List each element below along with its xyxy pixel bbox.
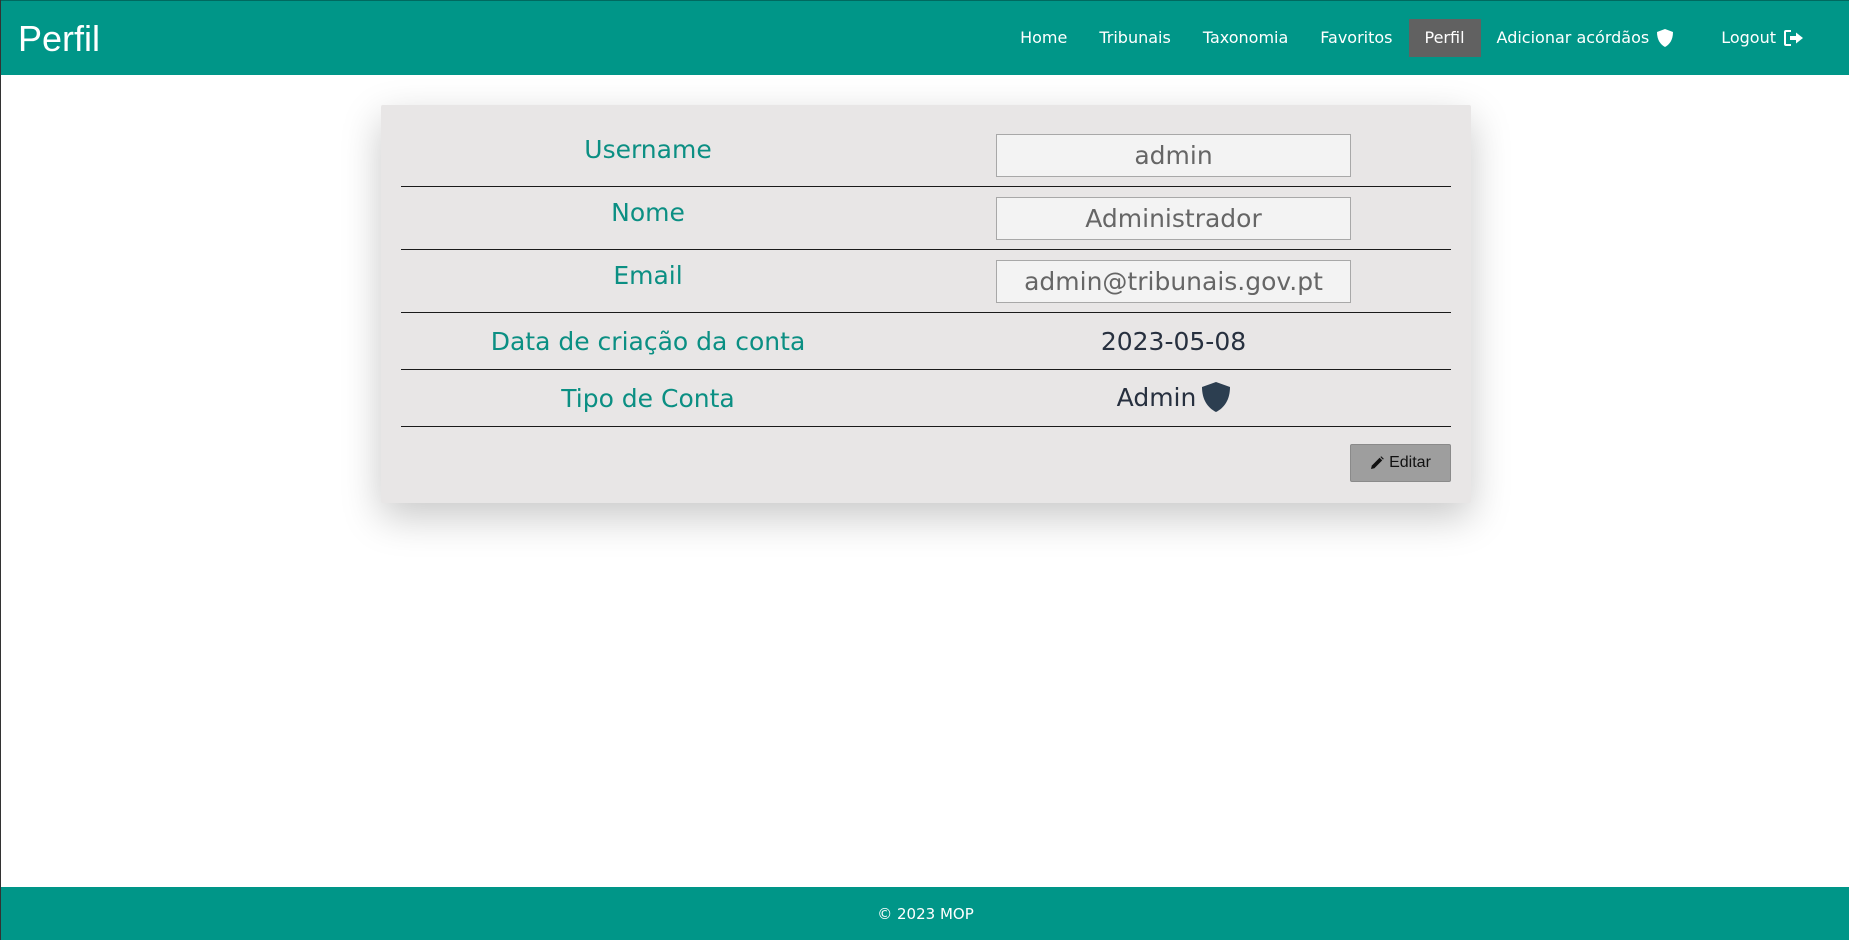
profile-row-nome: Nome Administrador xyxy=(401,187,1451,250)
nav-perfil-label: Perfil xyxy=(1424,28,1465,47)
email-label: Email xyxy=(613,261,683,290)
nav-logout-label: Logout xyxy=(1721,28,1776,47)
data-criacao-label: Data de criação da conta xyxy=(490,327,806,356)
nav-tribunais[interactable]: Tribunais xyxy=(1083,19,1186,57)
nav-taxonomia-label: Taxonomia xyxy=(1202,28,1289,47)
nome-field[interactable]: Administrador xyxy=(996,197,1351,240)
nav-favoritos-label: Favoritos xyxy=(1320,28,1393,47)
nav-perfil[interactable]: Perfil xyxy=(1408,19,1481,57)
nav-tribunais-label: Tribunais xyxy=(1099,28,1171,47)
email-field[interactable]: admin@tribunais.gov.pt xyxy=(996,260,1351,303)
username-label: Username xyxy=(584,135,712,164)
profile-card: Username admin Nome Administrador Email … xyxy=(381,105,1471,503)
nav-home[interactable]: Home xyxy=(1004,19,1083,57)
edit-button-label: Editar xyxy=(1389,454,1431,471)
profile-row-username: Username admin xyxy=(401,105,1451,187)
footer-copyright: © 2023 MOP xyxy=(877,904,974,923)
edit-button[interactable]: Editar xyxy=(1350,444,1451,482)
sign-out-icon xyxy=(1784,30,1803,46)
pencil-icon xyxy=(1371,456,1384,469)
username-field[interactable]: admin xyxy=(996,134,1351,177)
nav-adicionar-acordaos[interactable]: Adicionar acórdãos xyxy=(1481,19,1690,57)
profile-row-data-criacao: Data de criação da conta 2023-05-08 xyxy=(401,313,1451,370)
data-criacao-value: 2023-05-08 xyxy=(1100,327,1247,356)
nav-favoritos[interactable]: Favoritos xyxy=(1304,19,1408,57)
shield-icon xyxy=(1657,29,1674,47)
tipo-conta-value: Admin xyxy=(996,382,1351,412)
nav-adicionar-label: Adicionar acórdãos xyxy=(1496,28,1650,47)
nav-home-label: Home xyxy=(1020,28,1068,47)
profile-row-email: Email admin@tribunais.gov.pt xyxy=(401,250,1451,313)
top-navbar: Perfil Home Tribunais Taxonomia Favorito… xyxy=(1,0,1849,75)
profile-row-tipo-conta: Tipo de Conta Admin xyxy=(401,370,1451,427)
nome-label: Nome xyxy=(611,198,685,227)
tipo-conta-label: Tipo de Conta xyxy=(561,384,735,413)
footer: © 2023 MOP xyxy=(1,887,1849,940)
tipo-conta-text: Admin xyxy=(1116,382,1197,412)
shield-icon xyxy=(1202,382,1231,412)
main-nav: Home Tribunais Taxonomia Favoritos Perfi… xyxy=(1004,19,1820,57)
nav-logout[interactable]: Logout xyxy=(1705,19,1820,57)
nav-taxonomia[interactable]: Taxonomia xyxy=(1187,19,1304,57)
page-title: Perfil xyxy=(18,18,101,59)
